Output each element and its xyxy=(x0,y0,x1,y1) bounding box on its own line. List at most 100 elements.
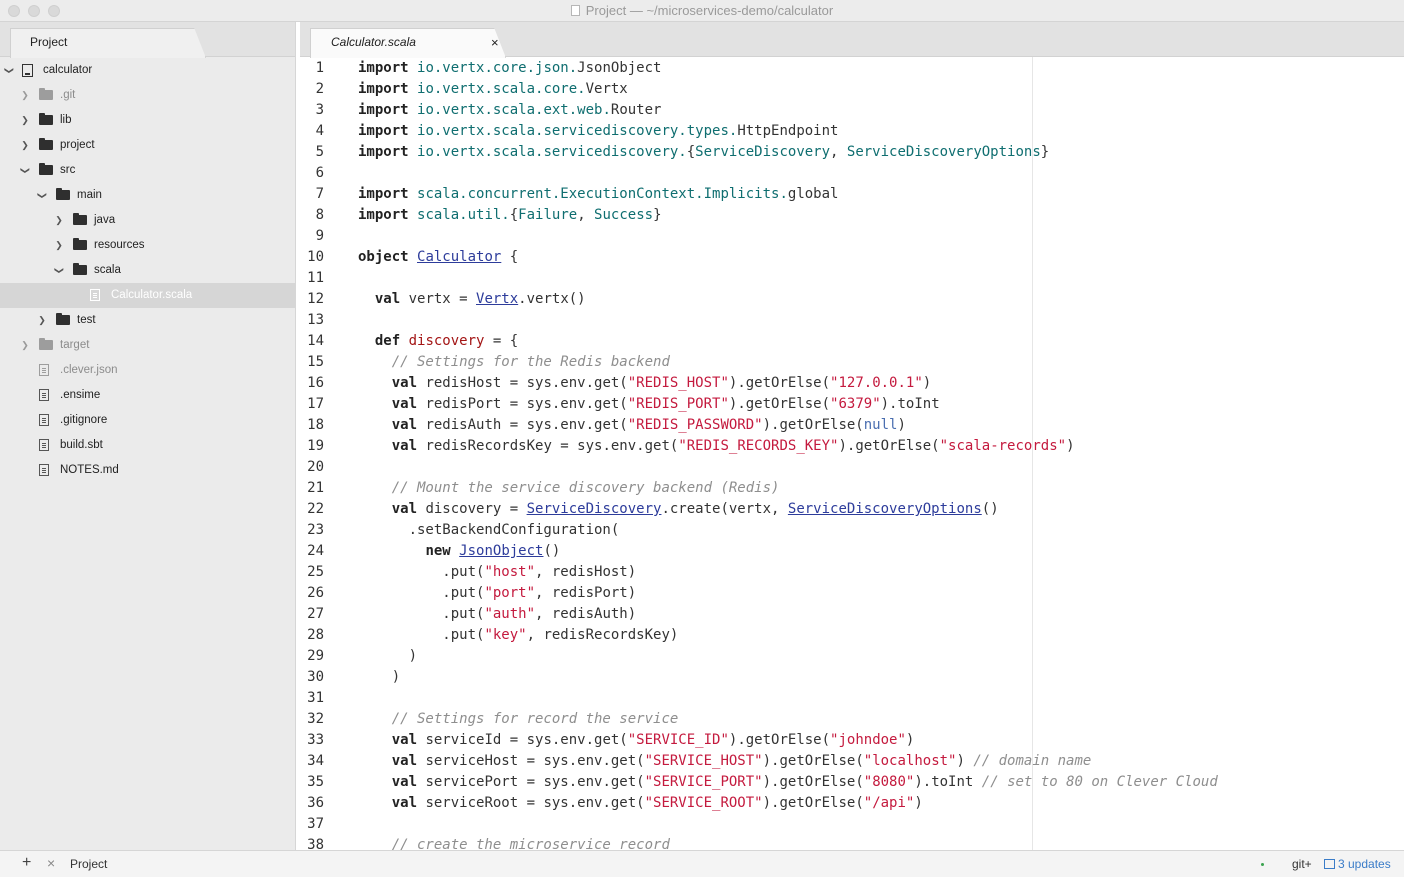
line-number: 26 xyxy=(307,585,324,601)
code-line[interactable]: 13 xyxy=(300,310,1404,331)
code-text: val redisPort = sys.env.get("REDIS_PORT"… xyxy=(391,396,940,412)
code-line[interactable]: 34 val serviceHost = sys.env.get("SERVIC… xyxy=(300,751,1404,772)
code-line[interactable]: 22 val discovery = ServiceDiscovery.crea… xyxy=(300,499,1404,520)
tree-item-java[interactable]: ❯ java xyxy=(0,208,295,233)
tree-item-notes-md[interactable]: NOTES.md xyxy=(0,458,295,483)
code-line[interactable]: 7 import scala.concurrent.ExecutionContex… xyxy=(300,184,1404,205)
code-text: ) xyxy=(358,669,401,685)
code-line[interactable]: 27 .put("auth", redisAuth) xyxy=(300,604,1404,625)
code-line[interactable]: 6 xyxy=(300,163,1404,184)
code-editor[interactable]: 1 import io.vertx.core.json.JsonObject 2 im… xyxy=(300,57,1404,850)
code-line[interactable]: 12 val vertx = Vertx.vertx() xyxy=(300,289,1404,310)
code-text: val discovery = ServiceDiscovery.create(… xyxy=(391,501,999,517)
window-title-text: Project — ~/microservices-demo/calculato… xyxy=(585,3,834,18)
line-number: 13 xyxy=(307,312,324,328)
chevron-right-icon[interactable]: ❯ xyxy=(20,108,30,133)
tree-item-scala[interactable]: ❯ scala xyxy=(0,258,295,283)
code-line[interactable]: 23 .setBackendConfiguration( xyxy=(300,520,1404,541)
code-line[interactable]: 18 val redisAuth = sys.env.get("REDIS_PA… xyxy=(300,415,1404,436)
code-line[interactable]: 16 val redisHost = sys.env.get("REDIS_HO… xyxy=(300,373,1404,394)
tree-item-resources[interactable]: ❯ resources xyxy=(0,233,295,258)
code-text: val redisHost = sys.env.get("REDIS_HOST"… xyxy=(391,375,932,391)
tree-item-gitignore[interactable]: .gitignore xyxy=(0,408,295,433)
chevron-right-icon[interactable]: ❯ xyxy=(20,333,30,358)
chevron-right-icon[interactable]: ❯ xyxy=(54,208,64,233)
code-line[interactable]: 21 // Mount the service discovery backen… xyxy=(300,478,1404,499)
code-line[interactable]: 28 .put("key", redisRecordsKey) xyxy=(300,625,1404,646)
tree-item-project[interactable]: ❯ project xyxy=(0,133,295,158)
tree-item-src[interactable]: ❯ src xyxy=(0,158,295,183)
code-line[interactable]: 10 object Calculator { xyxy=(300,247,1404,268)
code-line[interactable]: 24 new JsonObject() xyxy=(300,541,1404,562)
code-line[interactable]: 19 val redisRecordsKey = sys.env.get("RE… xyxy=(300,436,1404,457)
chevron-right-icon[interactable]: ❯ xyxy=(54,233,64,258)
tree-item-label: java xyxy=(94,214,116,226)
folder-icon xyxy=(39,88,53,100)
project-sidebar: Project ❯ calculator ❯ .git ❯ lib ❯ project ❯ src… xyxy=(0,22,296,850)
status-project-label[interactable]: Project xyxy=(70,857,107,871)
tree-item-calculator-scala[interactable]: Calculator.scala xyxy=(0,283,295,308)
code-text: // Settings for the Redis backend xyxy=(391,354,670,370)
code-line[interactable]: 9 xyxy=(300,226,1404,247)
tree-item-test[interactable]: ❯ test xyxy=(0,308,295,333)
chevron-down-icon[interactable]: ❯ xyxy=(0,66,22,76)
add-icon[interactable]: + xyxy=(22,854,31,872)
line-number: 35 xyxy=(307,774,324,790)
close-icon[interactable]: × xyxy=(47,855,55,871)
folder-icon xyxy=(39,163,53,175)
code-text: import io.vertx.core.json.JsonObject xyxy=(358,60,662,76)
code-line[interactable]: 31 xyxy=(300,688,1404,709)
code-line[interactable]: 2 import io.vertx.scala.core.Vertx xyxy=(300,79,1404,100)
tree-item-clever-json[interactable]: .clever.json xyxy=(0,358,295,383)
code-line[interactable]: 33 val serviceId = sys.env.get("SERVICE_… xyxy=(300,730,1404,751)
git-plus-button[interactable]: git+ xyxy=(1292,857,1312,871)
code-line[interactable]: 5 import io.vertx.scala.servicediscovery.… xyxy=(300,142,1404,163)
code-line[interactable]: 35 val servicePort = sys.env.get("SERVIC… xyxy=(300,772,1404,793)
close-tab-icon[interactable]: × xyxy=(491,29,499,56)
code-line[interactable]: 29 ) xyxy=(300,646,1404,667)
code-line[interactable]: 11 xyxy=(300,268,1404,289)
tree-item-label: resources xyxy=(94,239,145,251)
code-line[interactable]: 37 xyxy=(300,814,1404,835)
tree-item-git[interactable]: ❯ .git xyxy=(0,83,295,108)
package-updates-link[interactable]: 3 updates xyxy=(1324,857,1391,871)
code-text: .put("auth", redisAuth) xyxy=(358,606,637,622)
line-number: 8 xyxy=(315,207,324,223)
chevron-right-icon[interactable]: ❯ xyxy=(20,83,30,108)
code-text: object Calculator { xyxy=(358,249,519,265)
code-line[interactable]: 1 import io.vertx.core.json.JsonObject xyxy=(300,58,1404,79)
code-line[interactable]: 26 .put("port", redisPort) xyxy=(300,583,1404,604)
code-line[interactable]: 38 // create the microservice record xyxy=(300,835,1404,850)
code-text: val servicePort = sys.env.get("SERVICE_P… xyxy=(391,774,1218,790)
code-line[interactable]: 32 // Settings for record the service xyxy=(300,709,1404,730)
code-line[interactable]: 25 .put("host", redisHost) xyxy=(300,562,1404,583)
code-line[interactable]: 30 ) xyxy=(300,667,1404,688)
tree-item-build-sbt[interactable]: build.sbt xyxy=(0,433,295,458)
chevron-right-icon[interactable]: ❯ xyxy=(37,308,47,333)
code-line[interactable]: 3 import io.vertx.scala.ext.web.Router xyxy=(300,100,1404,121)
chevron-down-icon[interactable]: ❯ xyxy=(47,266,72,276)
code-line[interactable]: 17 val redisPort = sys.env.get("REDIS_PO… xyxy=(300,394,1404,415)
code-line[interactable]: 20 xyxy=(300,457,1404,478)
chevron-right-icon[interactable]: ❯ xyxy=(20,133,30,158)
line-number: 16 xyxy=(307,375,324,391)
code-line[interactable]: 36 val serviceRoot = sys.env.get("SERVIC… xyxy=(300,793,1404,814)
code-line[interactable]: 14 def discovery = { xyxy=(300,331,1404,352)
code-line[interactable]: 8 import scala.util.{Failure, Success} xyxy=(300,205,1404,226)
line-number: 28 xyxy=(307,627,324,643)
tree-item-target[interactable]: ❯ target xyxy=(0,333,295,358)
code-line[interactable]: 15 // Settings for the Redis backend xyxy=(300,352,1404,373)
code-text: .put("port", redisPort) xyxy=(358,585,637,601)
tree-item-ensime[interactable]: .ensime xyxy=(0,383,295,408)
chevron-down-icon[interactable]: ❯ xyxy=(30,191,55,201)
code-text: .put("key", redisRecordsKey) xyxy=(358,627,679,643)
file-icon xyxy=(39,464,49,476)
tree-item-calculator[interactable]: ❯ calculator xyxy=(0,58,295,83)
chevron-down-icon[interactable]: ❯ xyxy=(13,166,38,176)
tree-item-main[interactable]: ❯ main xyxy=(0,183,295,208)
code-line[interactable]: 4 import io.vertx.scala.servicediscovery.… xyxy=(300,121,1404,142)
line-number: 31 xyxy=(307,690,324,706)
tab-calculator-scala[interactable]: Calculator.scala × xyxy=(310,28,506,58)
tab-project[interactable]: Project xyxy=(10,28,206,58)
tree-item-lib[interactable]: ❯ lib xyxy=(0,108,295,133)
